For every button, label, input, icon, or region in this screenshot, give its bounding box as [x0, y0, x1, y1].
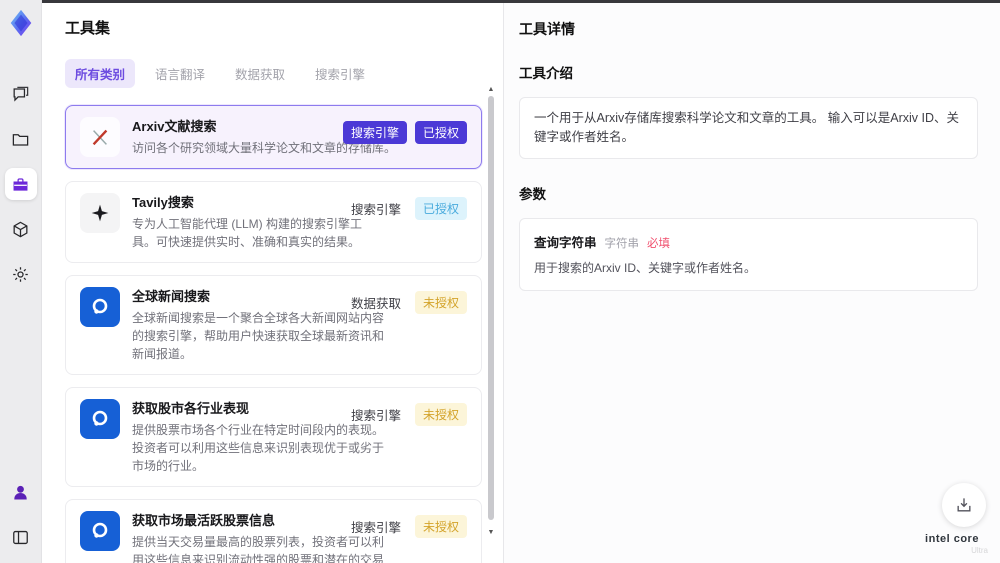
- news-logo-icon: [80, 399, 120, 439]
- sidebar-item-tools[interactable]: [4, 168, 37, 200]
- tavily-star-icon: [80, 193, 120, 233]
- scroll-up-arrow[interactable]: ▲: [487, 86, 495, 94]
- intel-core-text: intel core: [925, 533, 979, 545]
- scrollbar-thumb[interactable]: [488, 96, 494, 520]
- tool-desc: 专为人工智能代理 (LLM) 构建的搜索引擎工具。可快速提供实时、准确和真实的结…: [132, 217, 363, 249]
- detail-panel-title: 工具详情: [519, 21, 575, 37]
- category-label: 数据获取: [350, 297, 401, 311]
- folder-icon: [12, 133, 29, 146]
- auth-status-badge: 未授权: [414, 403, 467, 426]
- category-label: 搜索引擎: [350, 521, 401, 535]
- sidebar-item-account[interactable]: [5, 476, 37, 508]
- category-label: 搜索引擎: [350, 203, 401, 217]
- user-icon: [14, 485, 27, 499]
- gear-icon: [13, 266, 28, 282]
- tool-detail-panel: 工具详情 工具介绍 一个用于从Arxiv存储库搜索科学论文和文章的工具。 输入可…: [503, 0, 1000, 563]
- tab-data-fetch[interactable]: 数据获取: [225, 59, 295, 88]
- tool-name: 获取市场最活跃股票信息: [132, 513, 276, 528]
- download-icon: [957, 498, 971, 512]
- app-logo-icon: [10, 9, 31, 37]
- param-type: 字符串: [604, 238, 640, 250]
- download-button[interactable]: [942, 483, 986, 527]
- tool-desc: 提供股票市场各个行业在特定时间段内的表现。投资者可以利用这些信息来识别表现优于或…: [132, 423, 385, 473]
- tool-name: 全球新闻搜索: [132, 289, 211, 304]
- intel-ultra-text: Ultra: [971, 546, 988, 555]
- scroll-down-arrow[interactable]: ▼: [487, 529, 495, 537]
- tool-list: Arxiv文献搜索 访问各个研究领域大量科学论文和文章的存储库。 搜索引擎 已授…: [65, 105, 482, 563]
- intro-heading: 工具介绍: [519, 66, 573, 81]
- sidebar-item-toggle-panel[interactable]: [5, 521, 37, 553]
- sidebar-item-files[interactable]: [5, 123, 37, 155]
- auth-status-badge: 未授权: [414, 291, 467, 314]
- param-required-flag: 必填: [647, 238, 671, 250]
- category-badge: 搜索引擎: [342, 121, 407, 144]
- category-tabs: 所有类别 语言翻译 数据获取 搜索引擎: [65, 59, 503, 88]
- list-scrollbar[interactable]: ▲ ▼: [487, 86, 495, 555]
- sidebar-item-chat[interactable]: [5, 78, 37, 110]
- param-desc: 用于搜索的Arxiv ID、关键字或作者姓名。: [534, 261, 757, 275]
- sidebar-item-packages[interactable]: [5, 213, 37, 245]
- page-title: 工具集: [65, 20, 111, 37]
- tool-list-panel: 工具集 所有类别 语言翻译 数据获取 搜索引擎 Arxiv文献搜索 访问各个研究…: [42, 0, 503, 563]
- tool-card-arxiv[interactable]: Arxiv文献搜索 访问各个研究领域大量科学论文和文章的存储库。 搜索引擎 已授…: [65, 105, 482, 169]
- app-window: 工具集 所有类别 语言翻译 数据获取 搜索引擎 Arxiv文献搜索 访问各个研究…: [0, 0, 1000, 563]
- sidebar-item-settings[interactable]: [5, 258, 37, 290]
- news-logo-icon: [80, 287, 120, 327]
- tool-intro-text: 一个用于从Arxiv存储库搜索科学论文和文章的工具。 输入可以是Arxiv ID…: [519, 97, 978, 159]
- parameter-card: 查询字符串 字符串 必填 用于搜索的Arxiv ID、关键字或作者姓名。: [519, 218, 978, 291]
- package-icon: [13, 221, 28, 237]
- tab-search-engine[interactable]: 搜索引擎: [305, 59, 375, 88]
- param-name: 查询字符串: [534, 236, 597, 250]
- news-logo-icon: [80, 511, 120, 551]
- arxiv-logo-icon: [80, 117, 120, 157]
- tool-card-global-news[interactable]: 全球新闻搜索 全球新闻搜索是一个聚合全球各大新闻网站内容的搜索引擎，帮助用户快速…: [65, 275, 482, 375]
- tool-desc: 提供当天交易量最高的股票列表，投资者可以利用这些信息来识别流动性强的股票和潜在的…: [132, 535, 385, 563]
- tab-all-categories[interactable]: 所有类别: [65, 59, 136, 88]
- tool-name: 获取股市各行业表现: [132, 401, 250, 416]
- tool-card-sector-performance[interactable]: 获取股市各行业表现 提供股票市场各个行业在特定时间段内的表现。投资者可以利用这些…: [65, 387, 482, 487]
- panel-icon: [13, 530, 28, 544]
- intel-core-badge: intel core Ultra: [916, 533, 988, 555]
- tab-translation[interactable]: 语言翻译: [145, 59, 215, 88]
- chat-icon: [13, 86, 29, 102]
- sidebar-rail: [0, 0, 42, 563]
- auth-status-badge: 已授权: [414, 121, 467, 144]
- tool-desc: 全球新闻搜索是一个聚合全球各大新闻网站内容的搜索引擎，帮助用户快速获取全球最新资…: [132, 311, 385, 361]
- toolbox-icon: [13, 177, 28, 191]
- params-heading: 参数: [519, 187, 546, 202]
- category-label: 搜索引擎: [350, 409, 401, 423]
- tool-name: Tavily搜索: [132, 195, 194, 210]
- window-top-edge: [42, 0, 1000, 3]
- auth-status-badge: 未授权: [414, 515, 467, 538]
- tool-card-most-active-stocks[interactable]: 获取市场最活跃股票信息 提供当天交易量最高的股票列表，投资者可以利用这些信息来识…: [65, 499, 482, 563]
- auth-status-badge: 已授权: [414, 197, 467, 220]
- tool-card-tavily[interactable]: Tavily搜索 专为人工智能代理 (LLM) 构建的搜索引擎工具。可快速提供实…: [65, 181, 482, 263]
